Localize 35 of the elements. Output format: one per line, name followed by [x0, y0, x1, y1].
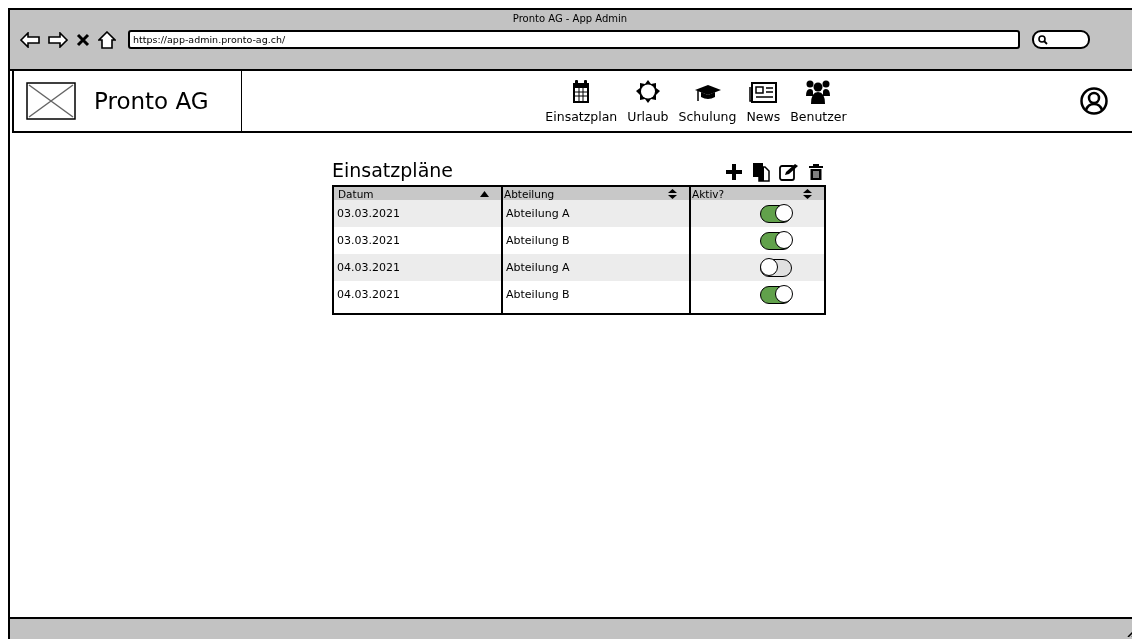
- toggle-switch[interactable]: [760, 231, 792, 250]
- logo-placeholder-icon: [26, 82, 76, 120]
- nav-link[interactable]: Einsatzplan: [545, 78, 618, 124]
- table-cell: Abteilung B: [501, 281, 689, 308]
- table-cell: Abteilung A: [501, 200, 689, 227]
- nav-link[interactable]: Benutzer: [790, 78, 847, 124]
- edit-icon[interactable]: [779, 163, 799, 181]
- column-header[interactable]: Abteilung: [501, 187, 689, 200]
- table-cell-text: 03.03.2021: [336, 206, 401, 222]
- search-field[interactable]: [1032, 30, 1090, 49]
- table-cell: Abteilung A: [501, 254, 689, 281]
- app-name: Pronto AG: [94, 88, 209, 114]
- trash-icon[interactable]: [808, 163, 824, 181]
- address-field[interactable]: https://app-admin.pronto-ag.ch/: [128, 30, 1020, 49]
- forward-icon[interactable]: [48, 31, 68, 48]
- toggle-switch[interactable]: [760, 258, 792, 277]
- add-icon[interactable]: [725, 163, 743, 181]
- nav-link[interactable]: Schulung: [678, 78, 737, 124]
- close-icon[interactable]: [76, 32, 90, 47]
- table-cell-text: 04.03.2021: [336, 287, 401, 303]
- nav-link[interactable]: Urlaub: [627, 78, 669, 124]
- nav-link[interactable]: News: [746, 78, 781, 124]
- copy-icon[interactable]: [752, 162, 770, 182]
- column-header[interactable]: Datum: [334, 187, 501, 200]
- page-title: Einsatzpläne: [332, 159, 453, 181]
- table-cell-text: 03.03.2021: [336, 233, 401, 249]
- column-header[interactable]: Aktiv?: [689, 187, 824, 200]
- home-icon[interactable]: [98, 30, 116, 49]
- window-title: Pronto AG - App Admin: [511, 12, 629, 24]
- table-cell-text: 04.03.2021: [336, 260, 401, 276]
- user-avatar-icon[interactable]: [1080, 87, 1108, 115]
- toggle-switch[interactable]: [760, 204, 792, 223]
- back-icon[interactable]: [20, 31, 40, 48]
- search-icon: [1038, 34, 1048, 45]
- toggle-switch[interactable]: [760, 285, 792, 304]
